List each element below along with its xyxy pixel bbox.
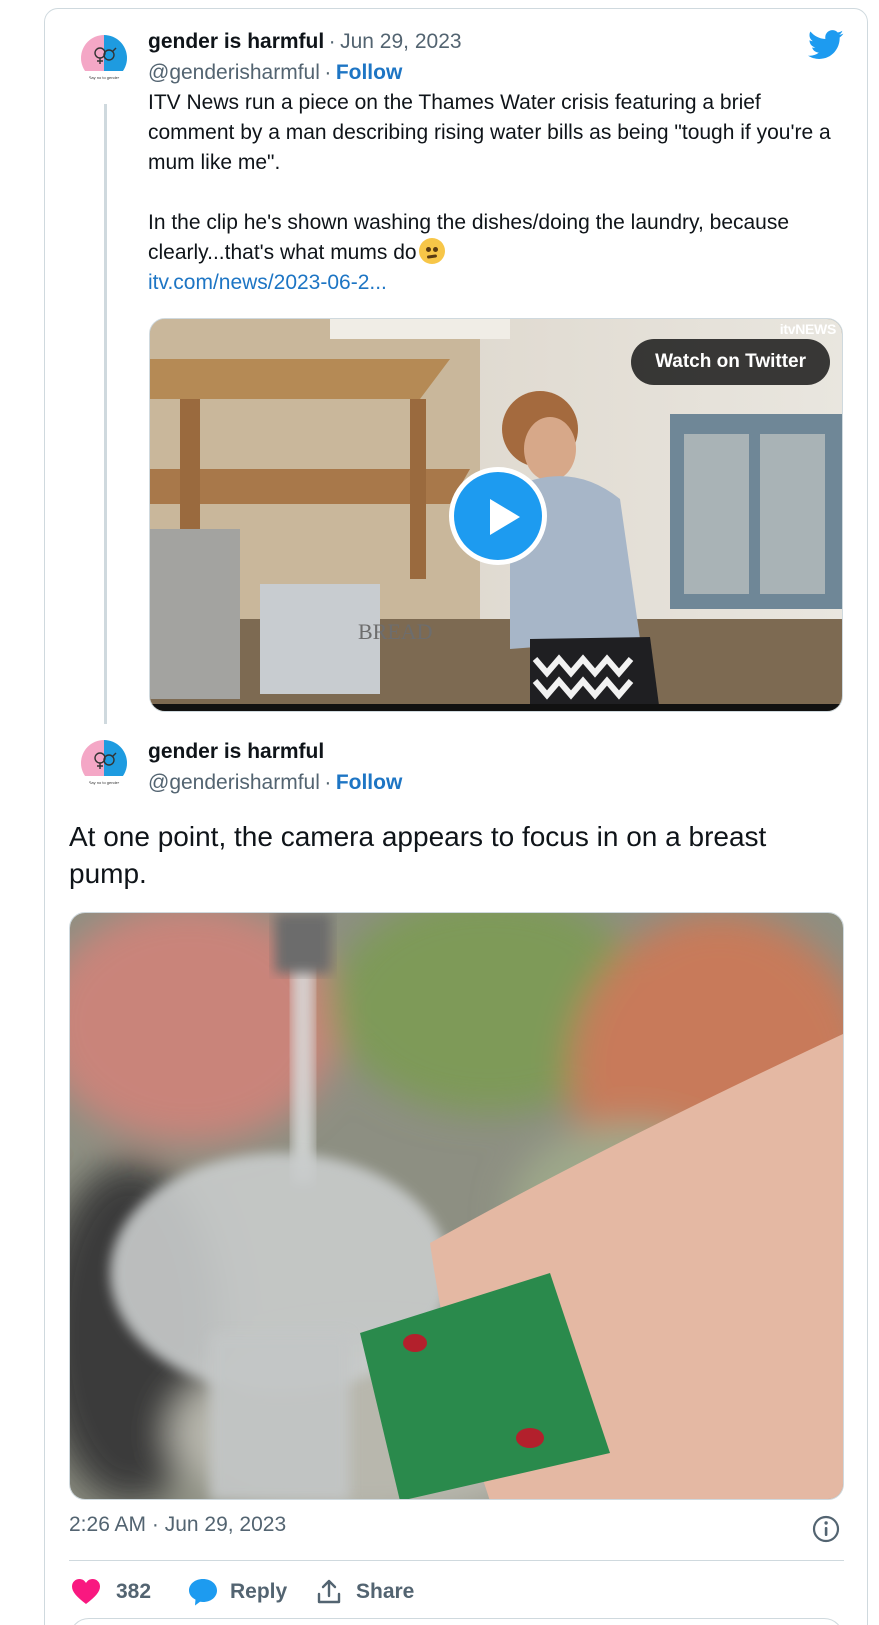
tweet-timestamp[interactable]: 2:26 AM · Jun 29, 2023 [69, 1513, 286, 1537]
play-icon[interactable] [449, 467, 547, 565]
photo-image [70, 913, 843, 1499]
separator: · [328, 30, 336, 53]
tweet-paragraph: In the clip he's shown washing the dishe… [148, 211, 790, 264]
svg-text:Say no to gender: Say no to gender [89, 75, 120, 80]
reply-label: Reply [230, 1580, 288, 1603]
avatar[interactable]: Say no to gender [79, 738, 129, 788]
thread-connector [104, 104, 107, 724]
heart-icon [72, 1579, 100, 1604]
handle[interactable]: @genderisharmful [148, 61, 320, 84]
read-more-button[interactable] [69, 1618, 844, 1625]
handle[interactable]: @genderisharmful [148, 771, 320, 794]
like-count: 382 [116, 1580, 152, 1603]
handle-row: @genderisharmful · Follow [148, 771, 402, 795]
separator: · [324, 771, 332, 794]
share-button[interactable]: Share [316, 1574, 414, 1610]
svg-text:Say no to gender: Say no to gender [89, 780, 120, 785]
video-player[interactable]: BREAD itvNEWS Watch on Twitter [149, 318, 843, 712]
avatar[interactable]: Say no to gender [79, 33, 129, 83]
share-label: Share [356, 1580, 415, 1603]
tweet-paragraph: ITV News run a piece on the Thames Water… [148, 91, 831, 174]
info-icon[interactable] [812, 1515, 840, 1543]
divider [69, 1560, 844, 1561]
tweet-text: ITV News run a piece on the Thames Water… [148, 88, 838, 298]
tweet-photo[interactable] [69, 912, 844, 1500]
reply-bubble-icon [189, 1579, 217, 1606]
tweet-date[interactable]: Jun 29, 2023 [340, 30, 461, 53]
follow-button[interactable]: Follow [336, 61, 403, 84]
tweet-text: At one point, the camera appears to focu… [69, 821, 767, 889]
svg-text:BREAD: BREAD [358, 619, 433, 644]
like-button[interactable]: 382 [72, 1574, 151, 1610]
itv-news-logo: itvNEWS [779, 321, 837, 337]
face-with-rolling-eyes-emoji-icon [418, 238, 445, 264]
handle-row: @genderisharmful · Follow [148, 61, 402, 85]
article-link[interactable]: itv.com/news/2023-06-2... [148, 271, 387, 294]
tweet-header: gender is harmful · Jun 29, 2023 [148, 30, 462, 54]
separator: · [324, 61, 332, 84]
tweet-header: gender is harmful [148, 740, 324, 764]
follow-button[interactable]: Follow [336, 771, 403, 794]
twitter-bird-icon[interactable] [808, 30, 844, 60]
reply-button[interactable]: Reply [188, 1574, 287, 1610]
watch-on-twitter-button[interactable]: Watch on Twitter [631, 339, 830, 385]
share-upload-icon [317, 1579, 341, 1604]
display-name[interactable]: gender is harmful [148, 740, 324, 763]
display-name[interactable]: gender is harmful [148, 30, 324, 53]
